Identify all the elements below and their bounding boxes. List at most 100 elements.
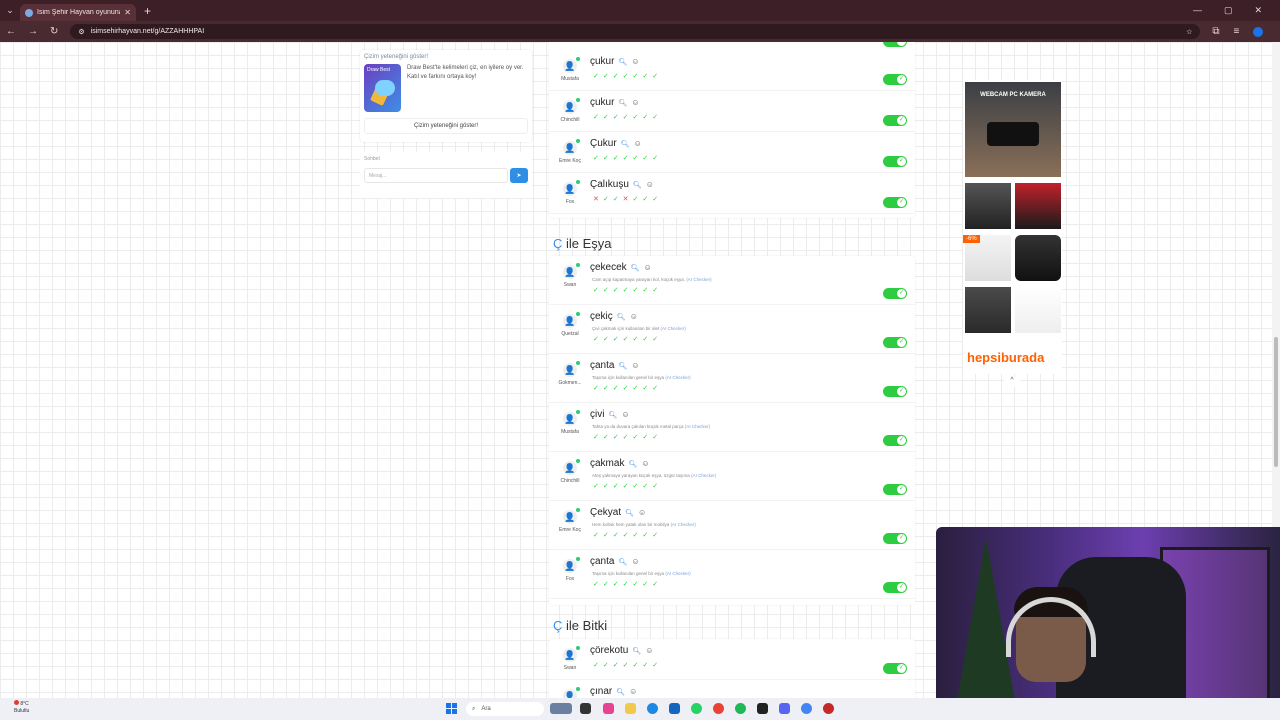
reaction-smile-icon[interactable]: ☺	[630, 312, 638, 321]
terminal-icon[interactable]	[757, 703, 768, 714]
browser-tab[interactable]: İsim Şehir Hayvan oyununa katı ✕	[20, 4, 136, 21]
vote-check-icon: ✓	[602, 532, 613, 539]
search-icon[interactable]: 🔍︎	[618, 99, 627, 107]
draw-best-image[interactable]: Draw Best	[364, 64, 401, 112]
forward-icon[interactable]: →	[28, 26, 38, 37]
answer-toggle[interactable]	[883, 533, 907, 544]
vote-check-icon: ✓	[612, 662, 623, 669]
close-window-icon[interactable]: ✕	[1254, 5, 1262, 16]
answer-word: çakmak	[590, 458, 625, 469]
ad-product-tile[interactable]	[1015, 235, 1061, 281]
vote-check-icon: ✓	[652, 385, 663, 392]
draw-best-button[interactable]: Çizim yeteneğini göster!	[364, 118, 528, 134]
ad-product-tile[interactable]	[965, 183, 1011, 229]
answer-toggle[interactable]	[883, 484, 907, 495]
reaction-smile-icon[interactable]: ☺	[646, 180, 654, 189]
tab-list-icon[interactable]: ⌄	[0, 5, 20, 16]
maximize-icon[interactable]: ▢	[1224, 5, 1233, 16]
answer-toggle[interactable]	[883, 197, 907, 208]
file-explorer-icon[interactable]	[625, 703, 636, 714]
vote-check-icon: ✓	[622, 581, 633, 588]
reaction-smile-icon[interactable]: ☺	[621, 410, 629, 419]
vote-check-icon: ✓	[602, 287, 613, 294]
extensions-icon[interactable]: ⧉	[1212, 26, 1219, 37]
store-icon[interactable]	[669, 703, 680, 714]
windows-start-icon[interactable]	[446, 703, 457, 714]
address-bar[interactable]: ⚙ isimsehirhayvan.net/g/AZZAHHHPAI ☆	[70, 24, 1201, 39]
scrollbar-thumb[interactable]	[1274, 337, 1278, 467]
chrome-icon[interactable]	[713, 703, 724, 714]
answer-toggle[interactable]	[883, 156, 907, 167]
whatsapp-icon[interactable]	[691, 703, 702, 714]
taskbar-widget-icon[interactable]	[550, 703, 572, 714]
search-icon[interactable]: 🔍︎	[608, 411, 617, 419]
ad-product-tile[interactable]	[965, 287, 1011, 333]
edge-icon[interactable]	[647, 703, 658, 714]
reaction-smile-icon[interactable]: ☺	[644, 263, 652, 272]
answer-toggle[interactable]	[883, 663, 907, 674]
answer-toggle[interactable]	[883, 288, 907, 299]
spotify-icon[interactable]	[735, 703, 746, 714]
reaction-smile-icon[interactable]: ☺	[645, 646, 653, 655]
answer-toggle[interactable]	[883, 386, 907, 397]
app-icon[interactable]	[603, 703, 614, 714]
new-tab-button[interactable]: +	[144, 4, 151, 18]
back-icon[interactable]: ←	[6, 26, 16, 37]
reaction-smile-icon[interactable]: ☺	[631, 361, 639, 370]
ad-brand-logo[interactable]: hepsiburada	[967, 350, 1044, 365]
user-avatar-icon: 👤	[563, 648, 577, 662]
weather-widget[interactable]: 8°C Bulutlu	[14, 700, 29, 714]
search-icon[interactable]: 🔍︎	[631, 264, 640, 272]
taskbar-search[interactable]: ⌕ Ara	[466, 702, 544, 716]
reaction-smile-icon[interactable]: ☺	[634, 139, 642, 148]
reaction-smile-icon[interactable]: ☺	[638, 508, 646, 517]
answer-toggle[interactable]	[883, 74, 907, 85]
ad-product-tile[interactable]	[1015, 287, 1061, 333]
chat-message-input[interactable]: Mesaj...	[364, 168, 508, 183]
reaction-smile-icon[interactable]: ☺	[641, 459, 649, 468]
answer-toggle[interactable]	[883, 337, 907, 348]
send-message-button[interactable]: ➤	[510, 168, 528, 183]
task-view-icon[interactable]	[580, 703, 591, 714]
search-icon[interactable]: 🔍︎	[633, 181, 642, 189]
profile-avatar[interactable]	[1253, 26, 1264, 37]
ai-description-text: Çivi çakmak için kullanılan bir alet	[592, 326, 660, 331]
search-icon[interactable]: 🔍︎	[618, 558, 627, 566]
search-icon[interactable]: 🔍︎	[621, 140, 630, 148]
answer-toggle[interactable]	[883, 582, 907, 593]
browser-toolbar: ← → ↻ ⚙ isimsehirhayvan.net/g/AZZAHHHPAI…	[0, 21, 1280, 42]
search-icon: ⌕	[472, 705, 476, 712]
app-icon[interactable]	[823, 703, 834, 714]
answer-toggle[interactable]	[883, 435, 907, 446]
ad-product-tile[interactable]	[1015, 183, 1061, 229]
chrome-active-icon[interactable]	[801, 703, 812, 714]
weather-alert-icon	[14, 700, 19, 705]
close-tab-icon[interactable]: ✕	[124, 8, 131, 17]
minimize-icon[interactable]: —	[1193, 5, 1202, 16]
search-icon[interactable]: 🔍︎	[625, 509, 634, 517]
reaction-smile-icon[interactable]: ☺	[631, 57, 639, 66]
search-icon[interactable]: 🔍︎	[618, 58, 627, 66]
search-icon[interactable]: 🔍︎	[618, 362, 627, 370]
cast-icon[interactable]: ≡	[1234, 26, 1240, 37]
search-icon[interactable]: 🔍︎	[632, 647, 641, 655]
advertisement[interactable]: WEBCAM PC KAMERA -6% hepsiburada	[963, 80, 1062, 374]
vote-check-icon: ✓	[593, 114, 603, 121]
answer-row: 👤 Fox Çalıkuşu 🔍︎ ☺ ✕✓✓✕✓✓✓	[549, 173, 915, 214]
search-icon[interactable]: 🔍︎	[616, 688, 625, 696]
reaction-smile-icon[interactable]: ☺	[631, 98, 639, 107]
search-icon[interactable]: 🔍︎	[628, 460, 637, 468]
search-icon[interactable]: 🔍︎	[617, 313, 626, 321]
ad-webcam-banner[interactable]: WEBCAM PC KAMERA	[965, 82, 1061, 177]
answer-toggle[interactable]	[883, 115, 907, 126]
answer-word: çanta	[590, 556, 615, 567]
reload-icon[interactable]: ↻	[50, 26, 58, 37]
reaction-smile-icon[interactable]: ☺	[629, 687, 637, 696]
reaction-smile-icon[interactable]: ☺	[631, 557, 639, 566]
ad-collapse-chevron-icon[interactable]: ^	[1004, 377, 1020, 387]
discord-icon[interactable]	[779, 703, 790, 714]
bookmark-star-icon[interactable]: ☆	[1186, 28, 1192, 36]
site-info-icon[interactable]: ⚙	[78, 28, 84, 36]
answer-toggle[interactable]	[883, 42, 907, 47]
ai-description: Tahta ya da duvara çakılan küçük metal p…	[592, 424, 710, 429]
